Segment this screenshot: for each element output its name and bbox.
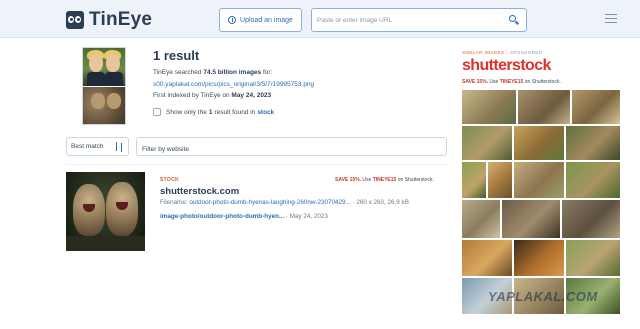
sort-select[interactable]: Best match: [66, 137, 129, 156]
similar-image[interactable]: [514, 240, 564, 276]
similar-images-label: SIMILAR IMAGES | SPONSORED: [462, 50, 543, 55]
url-input[interactable]: [312, 9, 502, 31]
similar-image[interactable]: [514, 162, 564, 198]
result-filename-row: Filename: outdoor-photo-dumb-hyenas-laug…: [160, 199, 409, 206]
show-only-checkbox[interactable]: [153, 108, 161, 116]
yaplakal-watermark: YAPLAKAL.COM: [488, 289, 598, 304]
logo-eyes-icon: [66, 11, 84, 29]
similar-image[interactable]: [518, 90, 570, 124]
result-page-row: image-photo/outdoor-photo-dumb-hyen... ·…: [160, 213, 328, 220]
result-divider: [66, 164, 447, 165]
similar-image[interactable]: [566, 240, 620, 276]
result-count-heading: 1 result: [153, 48, 200, 63]
logo-text: TinEye: [89, 9, 153, 30]
similar-image[interactable]: [566, 162, 620, 198]
similar-image[interactable]: [462, 162, 486, 198]
sort-order-icon[interactable]: [115, 142, 124, 152]
similar-image[interactable]: [462, 90, 516, 124]
similar-image[interactable]: [562, 200, 620, 238]
searched-text: TinEye searched 74.5 billion images for:: [153, 69, 273, 76]
show-only-stock-toggle[interactable]: Show only the 1 result found in stock: [153, 108, 274, 116]
match-thumbnail[interactable]: [66, 172, 145, 251]
first-indexed-text: First indexed by TinEye on May 24, 2023: [153, 92, 272, 99]
result-site-name[interactable]: shutterstock.com: [160, 186, 239, 197]
similar-image[interactable]: [572, 90, 620, 124]
hamburger-menu-icon[interactable]: [605, 14, 617, 24]
similar-image[interactable]: [462, 200, 500, 238]
searched-count: 74.5 billion images: [203, 69, 262, 76]
shutterstock-logo[interactable]: shutterstock: [462, 57, 551, 75]
result-promo-text: SAVE 15%. Use TINEYE15 on Shutterstock.: [335, 177, 434, 183]
filter-website-input[interactable]: [137, 141, 446, 158]
top-header: TinEye Upload an image: [0, 0, 640, 38]
result-page-link[interactable]: image-photo/outdoor-photo-dumb-hyen...: [160, 213, 284, 220]
query-image: [82, 47, 126, 125]
upload-label: Upload an image: [240, 16, 293, 24]
similar-image[interactable]: [488, 162, 512, 198]
result-filename-link[interactable]: outdoor-photo-dumb-hyenas-laughing-260nw…: [189, 199, 350, 206]
similar-image[interactable]: [514, 126, 564, 160]
indexed-date: May 24, 2023: [231, 92, 272, 99]
stock-badge: STOCK: [160, 177, 179, 183]
upload-icon: [228, 16, 237, 24]
url-search-box: [311, 8, 527, 32]
filter-by-website-box: [136, 137, 447, 158]
query-image-url-link[interactable]: s00.yaplakal.com/pics/pics_original/3/5/…: [153, 81, 314, 88]
sidebar-promo-text: SAVE 15%. Use TINEYE15 on Shutterstock.: [462, 79, 561, 85]
upload-image-button[interactable]: Upload an image: [219, 8, 302, 32]
tineye-logo[interactable]: TinEye: [66, 9, 152, 31]
sort-value: Best match: [71, 143, 104, 150]
similar-image[interactable]: [566, 126, 620, 160]
stock-link[interactable]: stock: [257, 109, 274, 116]
search-icon[interactable]: [508, 14, 520, 26]
similar-image[interactable]: [462, 126, 512, 160]
similar-image[interactable]: [502, 200, 560, 238]
similar-image[interactable]: [462, 240, 512, 276]
